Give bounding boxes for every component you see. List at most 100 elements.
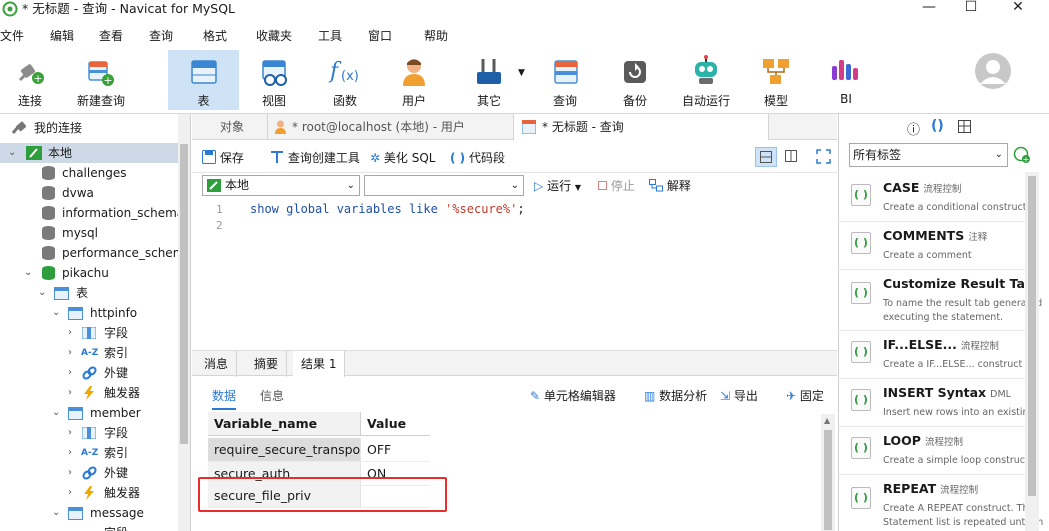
collapse-caret-icon[interactable]: ⌄ (52, 303, 60, 323)
avatar[interactable] (974, 52, 1012, 90)
other-button[interactable]: ▼ 其它 (464, 50, 530, 110)
expand-caret-icon[interactable]: › (68, 383, 72, 403)
tree-foreign-keys[interactable]: › 外键 (0, 363, 178, 383)
minimize-button[interactable]: — (906, 0, 952, 18)
collapse-caret-icon[interactable]: ⌄ (38, 283, 46, 303)
snippet-item[interactable]: ( ) LOOP 流程控制 Create a simple loop constr… (839, 427, 1029, 475)
tab-objects[interactable]: 对象 (192, 114, 268, 140)
tab-query[interactable]: * 无标题 - 查询 (514, 114, 769, 140)
snippet-item[interactable]: ( ) REPEAT 流程控制 Create A REPEAT construct… (839, 475, 1043, 531)
query-builder-button[interactable]: 查询创建工具 (270, 149, 360, 166)
cell-editor-button[interactable]: ✎ 单元格编辑器 (530, 387, 616, 404)
model-button[interactable]: 模型 (754, 50, 798, 110)
pin-button[interactable]: ✈ 固定 (786, 387, 824, 404)
tree-foreign-keys[interactable]: › 外键 (0, 463, 178, 483)
connect-button[interactable]: + 连接 (8, 50, 52, 110)
collapse-caret-icon[interactable]: ⌄ (52, 403, 60, 423)
grid-scroll-thumb[interactable] (824, 430, 832, 530)
tree-tables-folder[interactable]: ⌄ 表 (0, 283, 178, 303)
data-view-tab[interactable]: 数据 (212, 387, 237, 410)
data-analysis-button[interactable]: ▥ 数据分析 (644, 387, 707, 404)
menu-file[interactable]: 文件 (0, 27, 24, 44)
collapse-caret-icon[interactable]: ⌄ (52, 503, 60, 523)
tree-fields[interactable]: › 字段 (0, 323, 178, 343)
tree-triggers[interactable]: › 触发器 (0, 383, 178, 403)
info-view-tab[interactable]: 信息 (260, 387, 284, 404)
expand-caret-icon[interactable]: › (68, 323, 72, 343)
tree-indexes[interactable]: › A-Z 索引 (0, 443, 178, 463)
menu-edit[interactable]: 编辑 (50, 27, 74, 44)
snippet-scroll-thumb[interactable] (1028, 176, 1036, 496)
tree-table-item[interactable]: ⌄ httpinfo (0, 303, 178, 323)
tree-scroll-thumb[interactable] (180, 144, 188, 444)
beautify-sql-button[interactable]: ✲ 美化 SQL (370, 149, 435, 166)
tree-table-item[interactable]: ⌄ member (0, 403, 178, 423)
expand-caret-icon[interactable]: › (68, 363, 72, 383)
layout-split-horizontal-button[interactable] (755, 147, 777, 167)
tree-db-item[interactable]: performance_schema (0, 243, 178, 263)
tree-connection-local[interactable]: ⌄ 本地 (0, 143, 178, 163)
snippet-item[interactable]: ( ) IF...ELSE... 流程控制 Create a IF...ELSE.… (839, 331, 1025, 379)
tab-summary[interactable]: 摘要 (246, 351, 288, 377)
expand-caret-icon[interactable]: › (68, 443, 72, 463)
snippet-item[interactable]: ( ) CASE 流程控制 Create a conditional constr… (839, 174, 1026, 222)
tree-db-item[interactable]: dvwa (0, 183, 178, 203)
sql-editor[interactable]: 1 2 show global variables like '%secure%… (192, 200, 837, 350)
snippet-item[interactable]: ( ) Customize Result Tab To name the res… (839, 270, 1042, 331)
user-button[interactable]: 用户 (390, 50, 438, 110)
snippet-scrollbar[interactable] (1025, 172, 1039, 531)
tree-table-item[interactable]: ⌄ message (0, 503, 178, 523)
layout-split-vertical-button[interactable] (781, 147, 803, 167)
sql-code-line[interactable]: show global variables like '%secure%'; (250, 202, 525, 216)
tree-triggers[interactable]: › 触发器 (0, 483, 178, 503)
stop-button[interactable]: 停止 (598, 177, 635, 194)
tree-root[interactable]: 我的连接 (0, 118, 178, 138)
explain-button[interactable]: 解释 (649, 177, 691, 194)
tree-db-item[interactable]: challenges (0, 163, 178, 183)
menu-format[interactable]: 格式 (203, 27, 227, 44)
fullscreen-button[interactable] (816, 149, 832, 165)
grid-scrollbar[interactable]: ▲ (821, 414, 835, 531)
view-button[interactable]: 视图 (250, 50, 298, 110)
tag-filter-select[interactable]: 所有标签 ⌄ (849, 143, 1008, 167)
menu-tools[interactable]: 工具 (318, 27, 342, 44)
save-button[interactable]: 保存 (202, 149, 244, 166)
add-snippet-icon[interactable]: + (1013, 146, 1031, 164)
maximize-button[interactable]: ☐ (948, 0, 994, 18)
brackets-icon[interactable]: () (931, 118, 944, 134)
menu-query[interactable]: 查询 (149, 27, 173, 44)
expand-caret-icon[interactable]: › (68, 463, 72, 483)
snippet-item[interactable]: ( ) COMMENTS 注释 Create a comment (839, 222, 1025, 270)
expand-caret-icon[interactable]: › (68, 343, 72, 363)
auto-run-button[interactable]: 自动运行 (676, 50, 736, 110)
tree-fields[interactable]: 字段 (0, 523, 178, 531)
menu-view[interactable]: 查看 (99, 27, 123, 44)
database-select[interactable]: ⌄ (364, 175, 524, 196)
new-query-button[interactable]: + 新建查询 (70, 50, 132, 110)
tab-messages[interactable]: 消息 (196, 351, 238, 377)
tree-indexes[interactable]: › A-Z 索引 (0, 343, 178, 363)
other-dropdown-icon[interactable]: ▼ (518, 68, 525, 78)
run-button[interactable]: ▷ 运行 ▼ (534, 177, 581, 194)
menu-favorites[interactable]: 收藏夹 (256, 27, 292, 44)
column-header[interactable]: Value (360, 412, 430, 436)
collapse-caret-icon[interactable]: ⌄ (24, 263, 32, 283)
backup-button[interactable]: 备份 (612, 50, 658, 110)
table-button[interactable]: 表 (168, 50, 239, 110)
tree-fields[interactable]: › 字段 (0, 423, 178, 443)
panel-layout-icon[interactable] (958, 120, 971, 133)
bi-button[interactable]: BI (824, 50, 868, 110)
tree-db-open[interactable]: ⌄ pikachu (0, 263, 178, 283)
tree-db-item[interactable]: information_schema (0, 203, 178, 223)
menu-window[interactable]: 窗口 (368, 27, 392, 44)
column-header[interactable]: Variable_name (208, 412, 360, 436)
export-button[interactable]: ⇲ 导出 (720, 387, 758, 404)
tree-scrollbar[interactable] (178, 114, 190, 531)
expand-caret-icon[interactable]: › (68, 483, 72, 503)
tab-user[interactable]: * root@localhost (本地) - 用户 (268, 114, 514, 140)
close-button[interactable]: ✕ (995, 0, 1041, 18)
query-button[interactable]: 查询 (540, 50, 590, 110)
snippet-button[interactable]: ( ) 代码段 (450, 149, 505, 166)
tree-db-item[interactable]: mysql (0, 223, 178, 243)
info-icon[interactable]: ⓘ (907, 119, 920, 138)
